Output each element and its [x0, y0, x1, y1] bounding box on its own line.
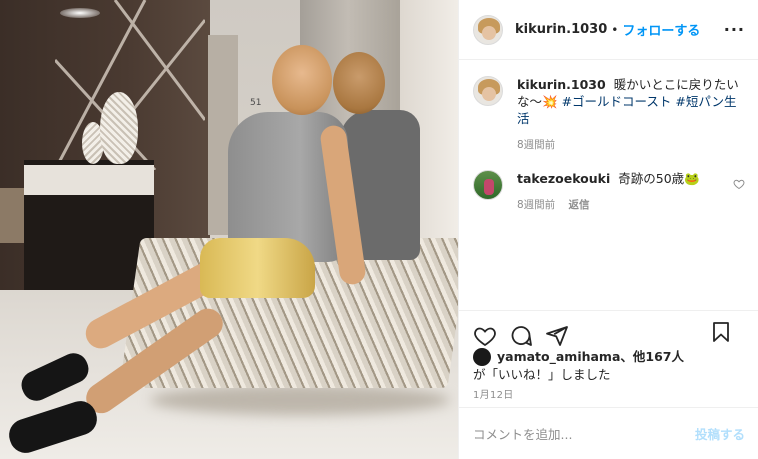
caption-username[interactable]: kikurin.1030 [517, 77, 606, 92]
elevator-sign: 51 [250, 98, 262, 108]
caption-time: 8週間前 [517, 139, 556, 151]
share-icon[interactable] [545, 324, 569, 348]
comment-item: takezoekouki 奇跡の50歳🐸 8週間前 返信 [473, 170, 745, 212]
separator-dot: • [611, 22, 619, 37]
figure-shorts [200, 238, 315, 298]
author-username[interactable]: kikurin.1030 [515, 22, 607, 37]
likes-others[interactable]: 、他167人 [620, 348, 684, 366]
bookmark-icon[interactable] [709, 320, 733, 344]
reflection-head [333, 52, 385, 114]
add-comment-bar: コメントを追加... 投稿する [459, 407, 758, 459]
comment-time: 8週間前 [517, 199, 556, 211]
liker-username[interactable]: yamato_amihama [497, 348, 620, 366]
post-header: kikurin.1030 • フォローする ··· [459, 0, 758, 60]
author-avatar[interactable] [473, 14, 503, 45]
heart-icon[interactable] [473, 324, 497, 348]
post-photo[interactable]: 51 [0, 0, 458, 459]
post-comment-button[interactable]: 投稿する [695, 424, 745, 443]
post-date[interactable]: 1月12日 [473, 386, 514, 401]
reception-desk-top [24, 165, 154, 195]
large-vase [100, 92, 138, 164]
comment-text: 奇跡の50歳🐸 [618, 171, 700, 186]
likes-summary: yamato_amihama 、他167人 が「いいね！」しました [473, 348, 749, 384]
reply-button[interactable]: 返信 [569, 199, 590, 211]
more-icon[interactable]: ··· [724, 20, 745, 39]
action-bar [459, 310, 758, 352]
figure-head [272, 45, 332, 115]
small-heart-icon[interactable] [733, 178, 745, 190]
liker-avatar[interactable] [473, 348, 491, 366]
bench-shadow [150, 385, 450, 415]
commenter-username[interactable]: takezoekouki [517, 171, 610, 186]
follow-button[interactable]: フォローする [622, 20, 700, 39]
ceiling-light [60, 8, 100, 18]
likes-suffix: が「いいね！」しました [473, 367, 611, 382]
comment-icon[interactable] [509, 324, 533, 348]
caption: kikurin.1030 暖かいとこに戻りたいな〜💥 #ゴールドコースト #短パ… [473, 76, 745, 152]
post-side-panel: kikurin.1030 • フォローする ··· kikurin.1030 暖… [458, 0, 758, 459]
caption-avatar[interactable] [473, 76, 503, 106]
commenter-avatar[interactable] [473, 170, 503, 200]
comments-list: kikurin.1030 暖かいとこに戻りたいな〜💥 #ゴールドコースト #短パ… [459, 60, 758, 310]
hashtag-link[interactable]: #ゴールドコースト [562, 94, 672, 109]
instagram-post: 51 kikurin.1030 • フォローする ··· kikurin.103… [0, 0, 758, 459]
comment-input[interactable]: コメントを追加... [473, 424, 695, 443]
